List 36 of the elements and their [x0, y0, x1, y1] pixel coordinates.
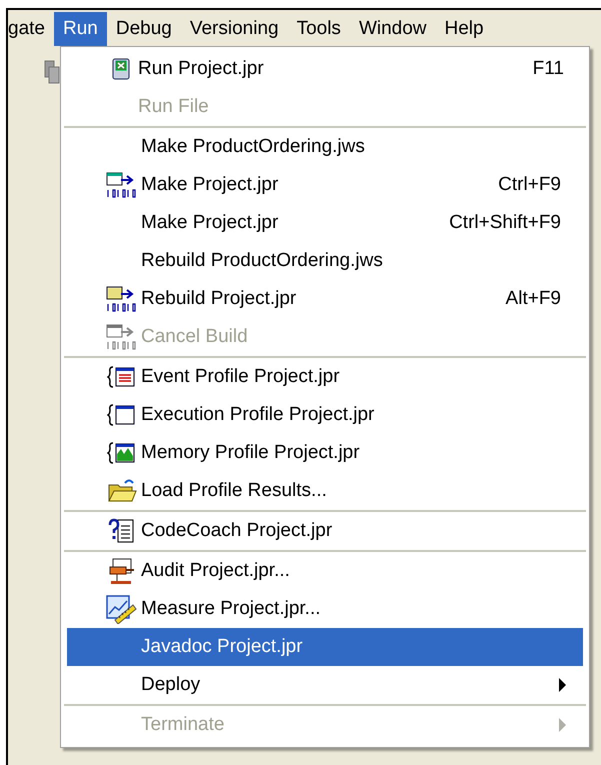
shortcut-text: F11 — [532, 56, 565, 81]
menu-bar-item[interactable]: Window — [350, 12, 436, 46]
menu-bar-item[interactable]: gate — [8, 12, 54, 46]
menu-item[interactable]: Javadoc Project.jpr — [67, 628, 583, 666]
shortcut-text: Ctrl+F9 — [498, 172, 562, 197]
menu-item[interactable]: Make ProductOrdering.jws — [67, 128, 583, 166]
menu-bar-item[interactable]: Versioning — [180, 12, 288, 46]
profile-window-icon — [107, 440, 137, 466]
menu-item[interactable]: Deploy — [67, 666, 583, 704]
window-binary-icon — [105, 322, 137, 352]
profile-window-icon — [107, 364, 137, 390]
submenu-arrow-icon — [557, 717, 567, 733]
shortcut-text: Ctrl+Shift+F9 — [449, 210, 562, 235]
menu-item[interactable]: Load Profile Results... — [67, 472, 583, 510]
shortcut-text: Alt+F9 — [506, 286, 562, 311]
window-binary-icon — [105, 170, 137, 200]
menu-item[interactable]: Run Project.jpr F11 — [64, 50, 586, 88]
menu-item[interactable]: Rebuild ProductOrdering.jws — [67, 242, 583, 280]
menu-bar-item[interactable]: Tools — [288, 12, 350, 46]
menu-item[interactable]: Execution Profile Project.jpr — [67, 396, 583, 434]
menu-bar-item[interactable]: Help — [436, 12, 493, 46]
menu-item[interactable]: CodeCoach Project.jpr — [67, 512, 583, 550]
ruler-chart-icon — [105, 594, 137, 624]
menu-item[interactable]: Rebuild Project.jpr Alt+F9 — [67, 280, 583, 318]
menu-item[interactable]: Measure Project.jpr... — [67, 590, 583, 628]
menu-item[interactable]: Make Project.jpr Ctrl+Shift+F9 — [67, 204, 583, 242]
menu-item[interactable]: Memory Profile Project.jpr — [67, 434, 583, 472]
profile-window-icon — [107, 402, 137, 428]
menu-bar-item[interactable]: Debug — [106, 12, 181, 46]
menu-bar-item[interactable]: Run — [54, 12, 107, 46]
menu-item[interactable]: Event Profile Project.jpr — [67, 358, 583, 396]
menu-item[interactable]: Make Project.jpr Ctrl+F9 — [67, 166, 583, 204]
submenu-arrow-icon — [557, 677, 567, 693]
folder-binary-icon — [105, 284, 137, 314]
menu-item[interactable]: Audit Project.jpr... — [67, 552, 583, 590]
audit-icon — [107, 557, 137, 585]
